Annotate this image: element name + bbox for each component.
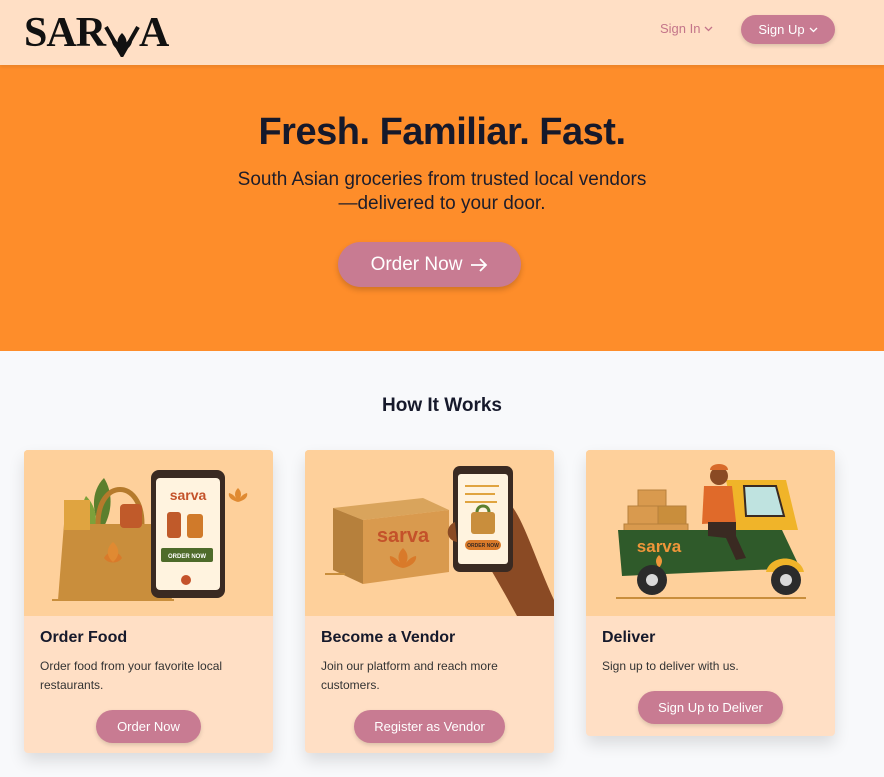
hero-title: Fresh. Familiar. Fast.	[258, 111, 626, 153]
chevron-down-icon	[705, 26, 713, 31]
card-description: Order food from your favorite local rest…	[40, 659, 223, 692]
logo-text-right: A	[139, 10, 169, 56]
how-it-works-heading: How It Works	[382, 395, 502, 416]
card-title: Order Food	[40, 629, 128, 646]
top-nav: SAR A Sign In Sign Up	[0, 0, 884, 65]
card-title: Deliver	[602, 629, 656, 646]
sarva-logo[interactable]: SAR A	[24, 9, 169, 57]
chevron-down-icon	[809, 27, 818, 32]
hero-subtitle: South Asian groceries from trusted local…	[237, 169, 647, 214]
sign-up-to-deliver-button[interactable]: Sign Up to Deliver	[638, 691, 783, 724]
hero-section: Fresh. Familiar. Fast. South Asian groce…	[0, 65, 884, 351]
card-description: Join our platform and reach more custome…	[321, 659, 498, 692]
register-vendor-button[interactable]: Register as Vendor	[354, 710, 505, 743]
arrow-right-icon	[471, 257, 488, 272]
card-description: Sign up to deliver with us.	[602, 659, 739, 673]
sign-in-menu[interactable]: Sign In	[660, 21, 713, 36]
card-title: Become a Vendor	[321, 629, 456, 646]
order-food-card: sarva ORDER NOW Order Food Order food fr…	[24, 450, 273, 753]
order-now-button[interactable]: Order Now	[96, 710, 201, 743]
order-now-cta-label: Order Now	[370, 253, 463, 275]
sign-up-button[interactable]: Sign Up	[741, 15, 835, 44]
art-rickshaw-brand: sarva	[637, 537, 682, 556]
sign-up-label: Sign Up	[758, 22, 805, 37]
art-phone-brand: sarva	[170, 487, 207, 503]
sign-up-to-deliver-label: Sign Up to Deliver	[658, 700, 763, 715]
art-phone-order-now: ORDER NOW	[168, 554, 206, 560]
sign-in-label: Sign In	[660, 21, 701, 36]
order-now-cta-button[interactable]: Order Now	[338, 242, 521, 287]
grocery-bag-phone-illustration: sarva ORDER NOW	[24, 450, 273, 616]
become-vendor-card: sarva ORDER NOW Become a Vendor Join our…	[305, 450, 554, 753]
lotus-v-icon	[104, 26, 140, 57]
vendor-box-phone-illustration: sarva ORDER NOW	[305, 450, 554, 616]
art-box-brand: sarva	[377, 525, 430, 547]
delivery-rickshaw-illustration: sarva	[586, 450, 835, 616]
order-now-label: Order Now	[117, 719, 180, 734]
logo-text-left: SAR	[24, 10, 106, 56]
deliver-card: sarva Deliver Sign up to deliver with us…	[586, 450, 835, 736]
art-phone-order-now: ORDER NOW	[467, 543, 499, 549]
register-vendor-label: Register as Vendor	[374, 719, 485, 734]
